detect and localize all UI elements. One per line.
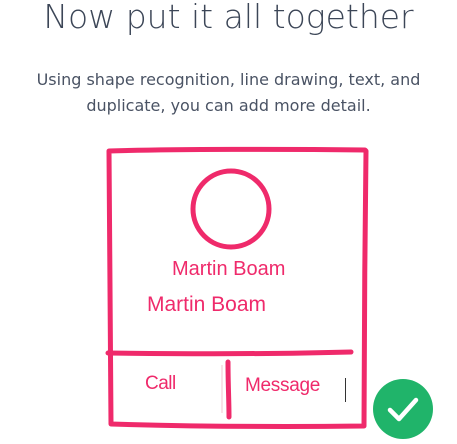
button-divider: [225, 359, 232, 420]
checkmark-icon: [387, 397, 419, 422]
call-button-label[interactable]: Call: [145, 373, 176, 395]
footer-divider: [105, 349, 354, 357]
contact-name-duplicate: Martin Boam: [147, 293, 267, 316]
sketch-card: [105, 146, 369, 429]
contact-name: Martin Boam: [172, 258, 286, 280]
avatar-circle: [190, 168, 272, 250]
text-cursor: [345, 378, 346, 402]
success-badge: [373, 379, 433, 439]
message-button-label[interactable]: Message: [245, 375, 320, 397]
